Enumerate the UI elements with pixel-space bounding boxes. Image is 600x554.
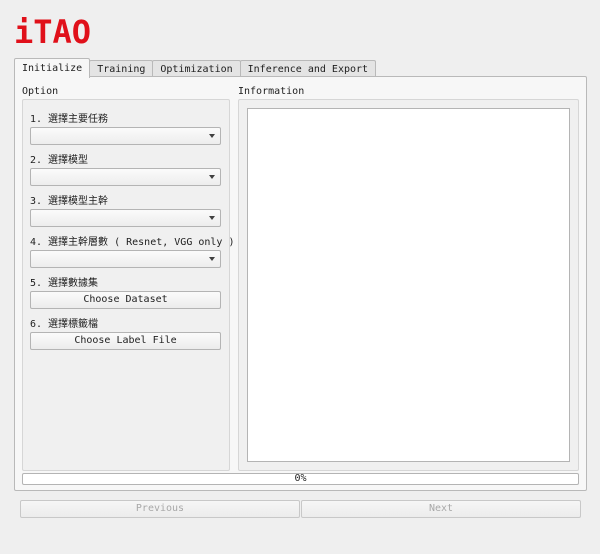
label-file-label: 6. 選擇標籤檔 bbox=[30, 319, 99, 330]
model-select[interactable] bbox=[30, 168, 221, 186]
dataset-label: 5. 選擇數據集 bbox=[30, 278, 99, 289]
tab-initialize[interactable]: Initialize bbox=[14, 58, 91, 78]
progress-text: 0% bbox=[294, 473, 307, 484]
choose-dataset-button[interactable]: Choose Dataset bbox=[30, 291, 221, 309]
chevron-down-icon bbox=[209, 257, 215, 261]
progress-bar: 0% bbox=[22, 473, 579, 485]
chevron-down-icon bbox=[209, 216, 215, 220]
backbone-layers-select[interactable] bbox=[30, 250, 221, 268]
backbone-label: 3. 選擇模型主幹 bbox=[30, 196, 109, 207]
next-button[interactable]: Next bbox=[301, 500, 581, 518]
previous-button[interactable]: Previous bbox=[20, 500, 300, 518]
chevron-down-icon bbox=[209, 134, 215, 138]
option-group: 1. 選擇主要任務 2. 選擇模型 3. 選擇模型主幹 4. 選擇主幹層數 ( … bbox=[22, 99, 235, 471]
backbone-select[interactable] bbox=[30, 209, 221, 227]
model-label: 2. 選擇模型 bbox=[30, 155, 89, 166]
information-textbox[interactable] bbox=[247, 108, 570, 462]
choose-label-file-button[interactable]: Choose Label File bbox=[30, 332, 221, 350]
chevron-down-icon bbox=[209, 175, 215, 179]
information-title: Information bbox=[238, 86, 305, 97]
initialize-panel: Option Information 1. 選擇主要任務 2. 選擇模型 3. … bbox=[14, 76, 587, 491]
task-select[interactable] bbox=[30, 127, 221, 145]
app-logo: iTAO bbox=[14, 13, 92, 51]
task-label: 1. 選擇主要任務 bbox=[30, 114, 109, 125]
backbone-layers-label: 4. 選擇主幹層數 ( Resnet, VGG only ) bbox=[30, 237, 235, 248]
option-title: Option bbox=[22, 86, 59, 97]
app-window: iTAO Initialize Training Optimization In… bbox=[0, 0, 600, 554]
information-group bbox=[238, 99, 579, 471]
tab-bar: Initialize Training Optimization Inferen… bbox=[14, 58, 377, 78]
